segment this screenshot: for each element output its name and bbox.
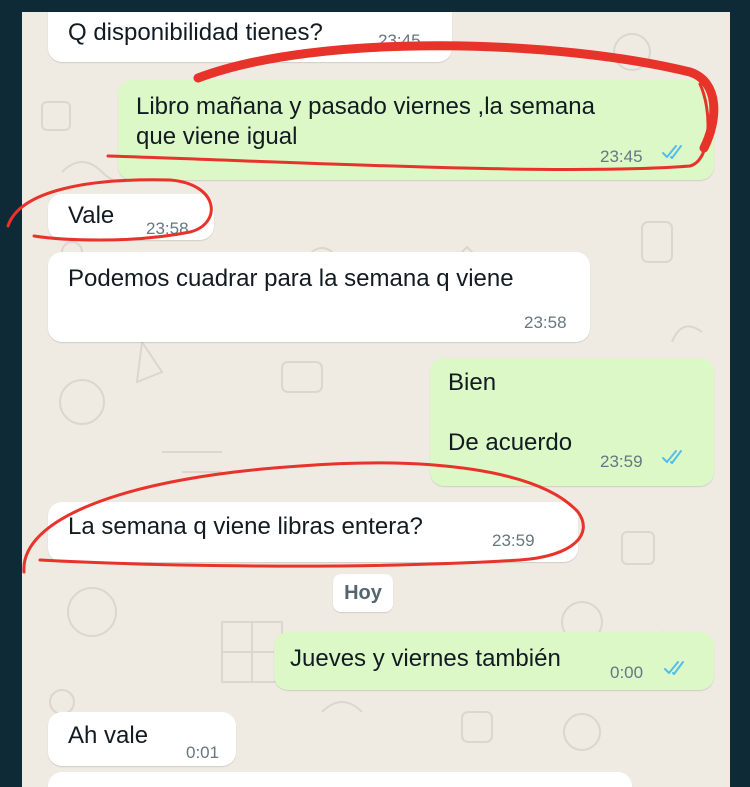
message-time: 23:59	[492, 531, 535, 550]
message-bubble-incoming[interactable]: Vale 23:58	[48, 194, 214, 240]
message-bubble-incoming[interactable]	[48, 772, 632, 787]
read-receipt-icon	[664, 660, 688, 676]
message-time: 23:45	[378, 31, 421, 50]
message-time: 23:45	[600, 147, 643, 166]
message-time: 0:01	[186, 743, 220, 762]
read-receipt-icon	[662, 144, 686, 160]
date-divider: Hoy	[333, 574, 393, 612]
message-text: Podemos cuadrar para la semana q viene	[68, 265, 514, 292]
message-text: Vale	[68, 202, 115, 229]
message-bubble-outgoing[interactable]: Libro mañana y pasado viernes ,la semana…	[118, 80, 714, 180]
message-bubble-incoming[interactable]: Podemos cuadrar para la semana q viene 2…	[48, 252, 590, 342]
message-text: Bien De acuerdo	[448, 369, 573, 456]
message-time: 23:59	[600, 452, 643, 471]
message-text: Ah vale	[68, 722, 149, 749]
message-bubble-incoming[interactable]: Q disponibilidad tienes? 23:45	[48, 12, 452, 62]
message-bubble-incoming[interactable]: La semana q viene libras entera? 23:59	[48, 502, 578, 562]
chat-area[interactable]: Q disponibilidad tienes? 23:45 Libro mañ…	[22, 12, 730, 787]
message-time: 23:58	[524, 313, 567, 332]
message-bubble-incoming[interactable]: Ah vale 0:01	[48, 712, 236, 766]
read-receipt-icon	[662, 449, 686, 465]
message-text: Q disponibilidad tienes?	[68, 19, 323, 46]
message-time: 23:58	[146, 219, 189, 238]
message-text: Jueves y viernes también	[290, 645, 561, 672]
message-time: 0:00	[610, 663, 644, 682]
message-text: La semana q viene libras entera?	[68, 513, 423, 540]
message-bubble-outgoing[interactable]: Jueves y viernes también 0:00	[274, 632, 714, 690]
message-bubble-outgoing[interactable]: Bien De acuerdo 23:59	[430, 358, 714, 486]
message-text: Libro mañana y pasado viernes ,la semana…	[136, 93, 595, 150]
